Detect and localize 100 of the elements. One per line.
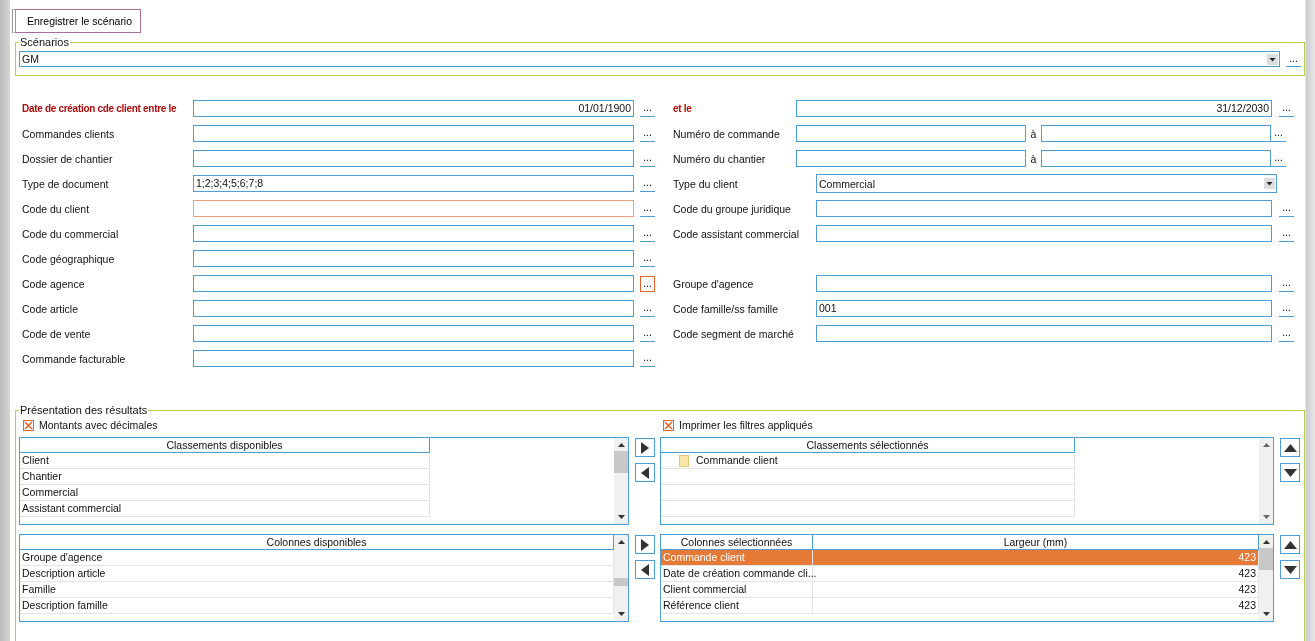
field-label: Groupe d'agence xyxy=(673,277,755,290)
field-label: Code du groupe juridique xyxy=(673,202,792,215)
scroll-down-icon xyxy=(1262,612,1270,616)
text-field[interactable]: 001 xyxy=(816,300,1272,317)
move-right-button[interactable] xyxy=(635,438,655,457)
column-header: Classements disponibles xyxy=(20,438,430,453)
checkbox[interactable] xyxy=(663,419,674,431)
text-field[interactable] xyxy=(193,200,634,217)
field-label: Code géographique xyxy=(21,252,116,265)
move-left-button[interactable] xyxy=(635,560,655,579)
up-triangle-icon xyxy=(1283,540,1297,549)
field-label: Type du client xyxy=(673,177,739,190)
client-type-dropdown[interactable]: Commercial xyxy=(816,174,1277,193)
group-title: Présentation des résultats xyxy=(19,404,149,416)
move-right-button[interactable] xyxy=(635,535,655,554)
list-item[interactable]: Chantier xyxy=(20,469,430,485)
scrollbar[interactable] xyxy=(1259,535,1273,621)
move-up-button[interactable] xyxy=(1280,438,1300,457)
scroll-up-icon xyxy=(1262,540,1270,544)
field-label: Date de création cde client entre le xyxy=(21,103,178,114)
date-field[interactable]: 01/01/1900 xyxy=(193,100,634,117)
browse-button[interactable]: ... xyxy=(640,275,655,292)
table-cell: Client commercial xyxy=(661,582,813,597)
down-triangle-icon xyxy=(1283,468,1297,477)
range-to-field[interactable] xyxy=(1041,125,1271,142)
text-field[interactable] xyxy=(193,350,634,367)
field-label: Commandes clients xyxy=(21,127,116,140)
field-label: Numéro du chantier xyxy=(673,152,767,165)
range-from-field[interactable] xyxy=(796,125,1026,142)
column-header: Colonnes disponibles xyxy=(20,535,614,550)
right-triangle-icon xyxy=(641,538,649,551)
text-field[interactable] xyxy=(193,300,634,317)
left-triangle-icon xyxy=(641,563,649,576)
field-label: Type de document xyxy=(21,177,110,190)
text-field[interactable] xyxy=(816,225,1272,242)
text-field[interactable] xyxy=(193,225,634,242)
move-down-button[interactable] xyxy=(1280,560,1300,579)
table-row[interactable]: Client commercial 423 xyxy=(661,582,1259,598)
group-title: Scénarios xyxy=(19,36,70,48)
text-field[interactable] xyxy=(193,275,634,292)
list-item[interactable]: Description article xyxy=(20,566,614,582)
text-field[interactable] xyxy=(193,150,634,167)
scenario-dropdown[interactable]: GM xyxy=(19,51,1280,67)
checkbox[interactable] xyxy=(23,419,34,431)
move-left-button[interactable] xyxy=(635,463,655,482)
field-label: Code assistant commercial xyxy=(673,227,801,240)
table-row[interactable]: Date de création commande cli... 423 xyxy=(661,566,1259,582)
field-label: Code de vente xyxy=(21,327,92,340)
scroll-up-icon xyxy=(1262,443,1270,447)
text-field[interactable] xyxy=(193,125,634,142)
save-scenario-button[interactable]: Enregistrer le scénario xyxy=(12,9,142,33)
field-label: Code segment de marché xyxy=(673,327,795,340)
field-label: et le xyxy=(673,103,693,114)
field-label: Numéro de commande xyxy=(673,127,781,140)
text-field[interactable]: 1;2;3;4;5;6;7;8 xyxy=(193,175,634,192)
list-item[interactable]: Commande client xyxy=(661,453,1075,469)
scrollbar-thumb[interactable] xyxy=(614,578,628,586)
range-separator: à xyxy=(1029,152,1038,165)
table-cell: Commande client xyxy=(661,550,813,565)
column-header: Classements sélectionnés xyxy=(661,438,1075,453)
scroll-down-icon xyxy=(1262,515,1270,519)
scroll-down-icon xyxy=(617,612,625,616)
scrollbar-thumb[interactable] xyxy=(614,451,628,473)
folder-icon xyxy=(679,454,689,467)
scrollbar-thumb[interactable] xyxy=(1259,548,1273,570)
field-label: Dossier de chantier xyxy=(21,152,114,165)
checkbox-label: Imprimer les filtres appliqués xyxy=(679,419,813,431)
text-field[interactable] xyxy=(816,325,1272,342)
scroll-down-icon xyxy=(617,515,625,519)
field-label: Code du client xyxy=(21,202,91,215)
field-label: Code agence xyxy=(21,277,86,290)
list-item[interactable]: Description famille xyxy=(20,598,614,614)
move-down-button[interactable] xyxy=(1280,463,1300,482)
text-field[interactable] xyxy=(193,250,634,267)
text-field[interactable] xyxy=(816,200,1272,217)
list-item[interactable]: Commercial xyxy=(20,485,430,501)
left-triangle-icon xyxy=(641,466,649,479)
table-row[interactable]: Référence client 423 xyxy=(661,598,1259,614)
list-item[interactable]: Client xyxy=(20,453,430,469)
checkbox-label: Montants avec décimales xyxy=(39,419,158,431)
field-label: Commande facturable xyxy=(21,352,127,365)
down-triangle-icon xyxy=(1283,565,1297,574)
scrollbar[interactable] xyxy=(614,535,628,621)
field-label: Code du commercial xyxy=(21,227,120,240)
field-label: Code famille/ss famille xyxy=(673,302,780,315)
range-to-field[interactable] xyxy=(1041,150,1271,167)
list-item[interactable]: Groupe d'agence xyxy=(20,550,614,566)
list-item[interactable]: Famille xyxy=(20,582,614,598)
scrollbar[interactable] xyxy=(1259,438,1273,524)
list-item[interactable]: Assistant commercial xyxy=(20,501,430,517)
scrollbar[interactable] xyxy=(614,438,628,524)
scroll-up-icon xyxy=(617,443,625,447)
range-from-field[interactable] xyxy=(796,150,1026,167)
right-triangle-icon xyxy=(641,441,649,454)
text-field[interactable] xyxy=(816,275,1272,292)
move-up-button[interactable] xyxy=(1280,535,1300,554)
table-cell: Référence client xyxy=(661,598,813,613)
date-field[interactable]: 31/12/2030 xyxy=(796,100,1272,117)
up-triangle-icon xyxy=(1283,443,1297,452)
text-field[interactable] xyxy=(193,325,634,342)
